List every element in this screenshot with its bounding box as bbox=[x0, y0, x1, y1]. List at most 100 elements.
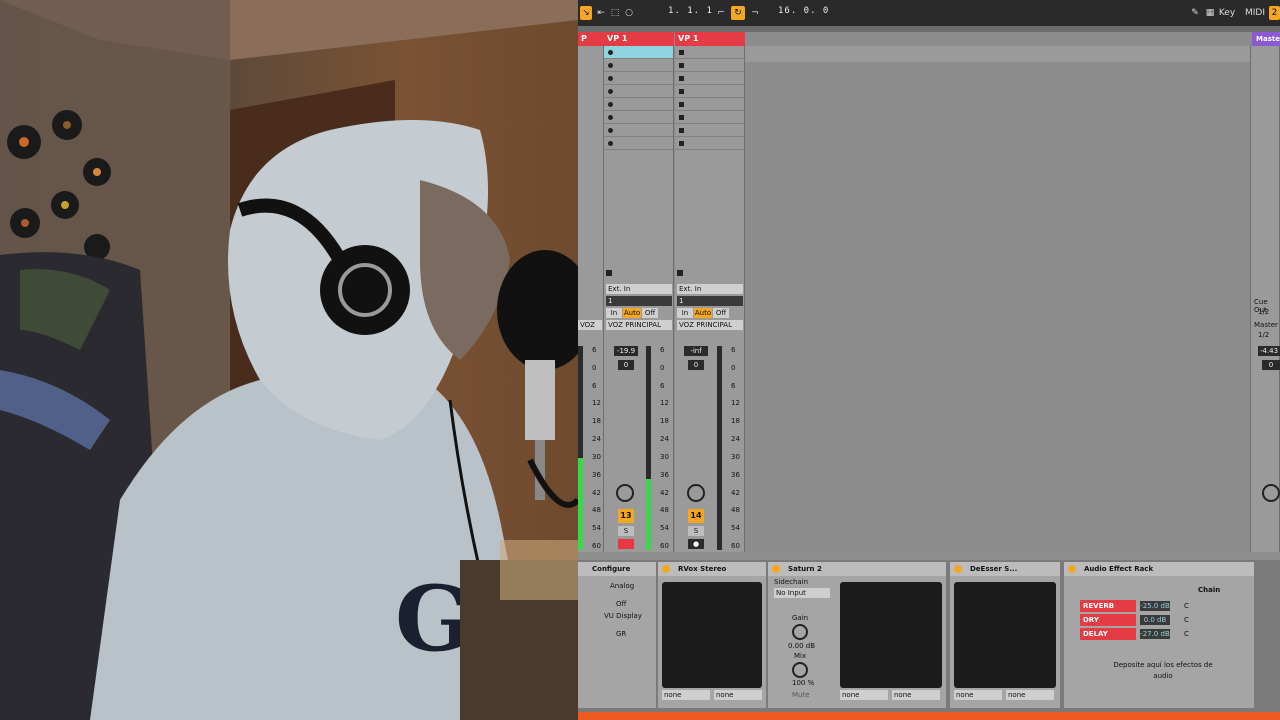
track-1-arm-button[interactable] bbox=[618, 539, 634, 549]
master-volume[interactable]: -4.43 bbox=[1258, 346, 1280, 356]
clip-slot[interactable] bbox=[604, 124, 673, 137]
loop-icon[interactable]: ⬚ bbox=[610, 6, 620, 20]
master-header[interactable]: Master bbox=[1252, 32, 1280, 46]
track-1-monitor-auto[interactable]: Auto bbox=[623, 308, 641, 318]
deesser-title[interactable]: DeEsser S... bbox=[950, 562, 1060, 576]
clip-slot[interactable] bbox=[675, 98, 744, 111]
track-2-monitor-in[interactable]: In bbox=[677, 308, 693, 318]
config-item-gr[interactable]: GR bbox=[616, 630, 626, 638]
deesser-sc-right[interactable]: none bbox=[1006, 690, 1054, 700]
rvox-sidechain-left[interactable]: none bbox=[662, 690, 710, 700]
master-pan[interactable]: 0 bbox=[1262, 360, 1280, 370]
computer-keyboard-icon[interactable]: ▦ bbox=[1205, 6, 1215, 20]
deesser-sc-left[interactable]: none bbox=[954, 690, 1002, 700]
saturn-title[interactable]: Saturn 2 bbox=[768, 562, 946, 576]
clip-slot[interactable] bbox=[675, 137, 744, 150]
config-item-off[interactable]: Off bbox=[616, 600, 626, 608]
chain-delay[interactable]: DELAY bbox=[1080, 628, 1136, 640]
saturn-plugin-screen[interactable] bbox=[840, 582, 942, 688]
track-2-send-knob[interactable] bbox=[687, 484, 705, 502]
chain-reverb[interactable]: REVERB bbox=[1080, 600, 1136, 612]
loop-length-display[interactable]: 16. 0. 0 bbox=[778, 6, 829, 16]
saturn-mix-value[interactable]: 100 % bbox=[792, 679, 814, 687]
back-icon[interactable]: ⇤ bbox=[596, 6, 606, 20]
saturn-sc-left[interactable]: none bbox=[840, 690, 888, 700]
track-1-solo-button[interactable]: S bbox=[618, 526, 634, 536]
rvox-title[interactable]: RVox Stereo bbox=[658, 562, 766, 576]
punch-in-icon[interactable]: ⌐ bbox=[716, 6, 726, 20]
track-1-input-type[interactable]: Ext. In bbox=[606, 284, 672, 294]
track-1-output[interactable]: VOZ PRINCIPAL bbox=[606, 320, 672, 330]
clip-slot[interactable] bbox=[604, 72, 673, 85]
track-2-input-channel[interactable]: 1 bbox=[677, 296, 743, 306]
clip-slot[interactable] bbox=[604, 59, 673, 72]
clip-slot[interactable] bbox=[604, 85, 673, 98]
partial-track-name: P bbox=[581, 34, 587, 43]
track-2-monitor-auto[interactable]: Auto bbox=[694, 308, 712, 318]
track-2-volume[interactable]: -inf bbox=[684, 346, 708, 356]
clip-slot[interactable] bbox=[675, 85, 744, 98]
config-item-vu-display[interactable]: VU Display bbox=[604, 612, 642, 620]
chain-delay-pan[interactable]: C bbox=[1184, 630, 1189, 638]
track-1-monitor-in[interactable]: In bbox=[606, 308, 622, 318]
cue-out-value[interactable]: 1/2 bbox=[1258, 308, 1269, 316]
saturn-sidechain-input[interactable]: No Input bbox=[774, 588, 830, 598]
master-out-value[interactable]: 1/2 bbox=[1258, 331, 1269, 339]
chain-delay-volume[interactable]: -27.0 dB bbox=[1140, 629, 1170, 639]
chain-reverb-pan[interactable]: C bbox=[1184, 602, 1189, 610]
stop-clips-icon[interactable] bbox=[606, 270, 612, 276]
deesser-plugin-screen[interactable] bbox=[954, 582, 1056, 688]
loop-switch-icon[interactable]: ↻ bbox=[731, 6, 745, 20]
track-1-pan[interactable]: 0 bbox=[618, 360, 634, 370]
follow-icon[interactable]: ↘ bbox=[580, 6, 592, 20]
saturn-gain-knob[interactable] bbox=[792, 624, 808, 640]
partial-track-output[interactable]: VOZ PRINCIPAL bbox=[578, 320, 602, 330]
key-map-button[interactable]: Key bbox=[1218, 6, 1236, 20]
clip-slot[interactable] bbox=[604, 111, 673, 124]
chain-reverb-volume[interactable]: -25.0 dB bbox=[1140, 601, 1170, 611]
track-1-number[interactable]: 13 bbox=[618, 509, 634, 523]
track-1-header[interactable]: VP 1 bbox=[604, 32, 674, 46]
position-display[interactable]: 1. 1. 1 bbox=[668, 6, 713, 16]
clip-slot[interactable] bbox=[675, 46, 744, 59]
track-1-send-knob[interactable] bbox=[616, 484, 634, 502]
stop-clips-icon[interactable] bbox=[677, 270, 683, 276]
clip-slot[interactable] bbox=[604, 137, 673, 150]
track-2-output[interactable]: VOZ PRINCIPAL bbox=[677, 320, 743, 330]
config-item-analog[interactable]: Analog bbox=[610, 582, 634, 590]
clip-slot[interactable] bbox=[675, 59, 744, 72]
chain-dry[interactable]: DRY bbox=[1080, 614, 1136, 626]
rvox-sidechain-right[interactable]: none bbox=[714, 690, 762, 700]
track-1-monitor-off[interactable]: Off bbox=[642, 308, 658, 318]
saturn-mix-knob[interactable] bbox=[792, 662, 808, 678]
track-1-volume[interactable]: -19.9 bbox=[614, 346, 638, 356]
saturn-gain-value[interactable]: 0.00 dB bbox=[788, 642, 815, 650]
rack-chain-label[interactable]: Chain bbox=[1198, 586, 1220, 594]
chain-dry-pan[interactable]: C bbox=[1184, 616, 1189, 624]
clip-slot[interactable] bbox=[604, 46, 673, 59]
track-2-monitor-off[interactable]: Off bbox=[713, 308, 729, 318]
punch-out-icon[interactable]: ¬ bbox=[750, 6, 760, 20]
clip-slot[interactable] bbox=[675, 124, 744, 137]
track-2-pan[interactable]: 0 bbox=[688, 360, 704, 370]
track-2-number[interactable]: 14 bbox=[688, 509, 704, 523]
clip-slot[interactable] bbox=[675, 111, 744, 124]
partial-track-header[interactable]: P bbox=[578, 32, 604, 46]
clip-slot[interactable] bbox=[675, 72, 744, 85]
saturn-sc-right[interactable]: none bbox=[892, 690, 940, 700]
clip-slot[interactable] bbox=[604, 98, 673, 111]
configure-button[interactable]: Configure bbox=[578, 562, 656, 576]
master-cue-knob[interactable] bbox=[1262, 484, 1280, 502]
draw-mode-icon[interactable]: ✎ bbox=[1190, 6, 1200, 20]
midi-map-button[interactable]: MIDI bbox=[1244, 6, 1266, 20]
rack-title[interactable]: Audio Effect Rack bbox=[1064, 562, 1254, 576]
chain-dry-volume[interactable]: 0.0 dB bbox=[1140, 615, 1170, 625]
track-2-header[interactable]: VP 1 bbox=[675, 32, 745, 46]
rvox-plugin-screen[interactable] bbox=[662, 582, 762, 688]
track-1-input-channel[interactable]: 1 bbox=[606, 296, 672, 306]
track-2-input-type[interactable]: Ext. In bbox=[677, 284, 743, 294]
track-2-arm-button[interactable]: ● bbox=[688, 539, 704, 549]
saturn-mute-label[interactable]: Mute bbox=[792, 691, 810, 699]
record-circle-icon[interactable]: ○ bbox=[624, 6, 634, 20]
track-2-solo-button[interactable]: S bbox=[688, 526, 704, 536]
